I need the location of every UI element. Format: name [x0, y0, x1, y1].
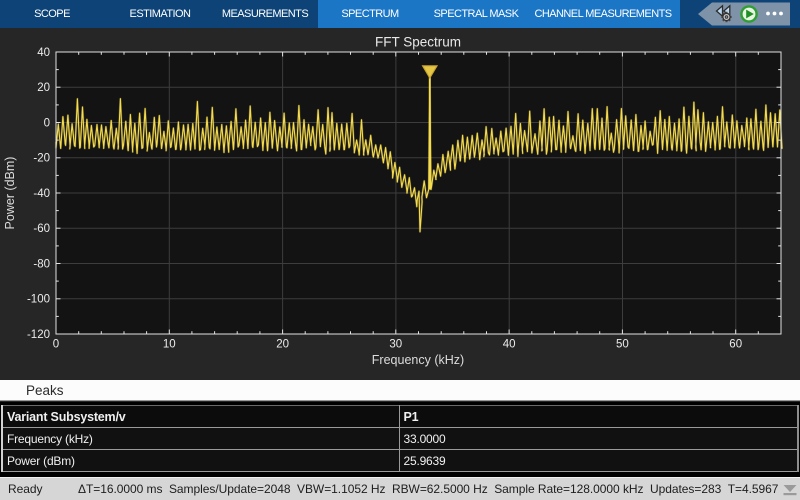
svg-text:-80: -80 — [33, 258, 50, 270]
svg-text:0: 0 — [53, 339, 59, 351]
svg-text:-100: -100 — [27, 294, 50, 306]
svg-text:-60: -60 — [33, 223, 50, 235]
svg-text:-120: -120 — [27, 329, 50, 341]
svg-text:40: 40 — [503, 339, 516, 351]
svg-text:50: 50 — [616, 339, 629, 351]
svg-text:30: 30 — [389, 339, 402, 351]
svg-text:20: 20 — [276, 339, 289, 351]
svg-text:10: 10 — [163, 339, 176, 351]
svg-text:-20: -20 — [33, 153, 50, 165]
svg-text:40: 40 — [37, 47, 50, 59]
svg-text:Frequency (kHz): Frequency (kHz) — [372, 353, 464, 367]
svg-text:Power (dBm): Power (dBm) — [3, 157, 17, 230]
svg-text:60: 60 — [729, 339, 742, 351]
svg-text:20: 20 — [37, 82, 50, 94]
svg-text:-40: -40 — [33, 188, 50, 200]
svg-text:FFT Spectrum: FFT Spectrum — [375, 35, 461, 50]
svg-text:0: 0 — [44, 117, 50, 129]
